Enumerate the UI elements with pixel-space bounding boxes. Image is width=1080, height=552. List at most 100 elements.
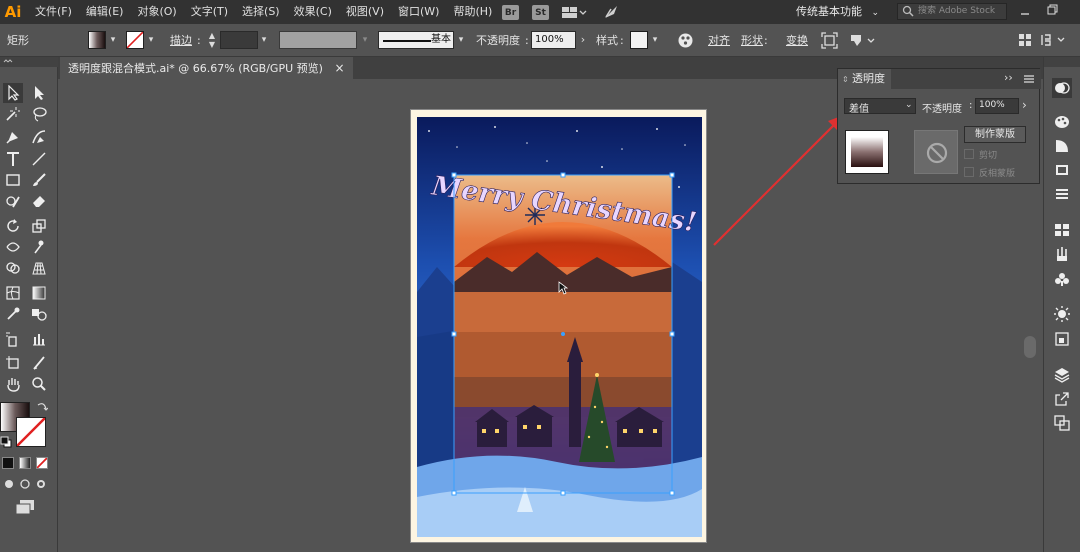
puppet-warp-tool-icon[interactable]	[29, 237, 49, 257]
transparency-panel-tab[interactable]: ⇕ 透明度	[838, 69, 891, 89]
zoom-tool-icon[interactable]	[29, 374, 49, 394]
column-graph-tool-icon[interactable]	[29, 329, 49, 349]
panel-collapse-icon[interactable]: ⇕	[842, 70, 849, 90]
panel-menu-icon[interactable]	[1040, 33, 1068, 47]
gpu-performance-icon[interactable]	[603, 4, 619, 20]
gradient-tool-icon[interactable]	[29, 283, 49, 303]
menu-object[interactable]: 对象(O)	[130, 0, 183, 24]
menu-view[interactable]: 视图(V)	[339, 0, 391, 24]
panel-menu-icon[interactable]	[1024, 74, 1034, 84]
stroke-label[interactable]: 描边	[170, 24, 192, 57]
hand-tool-icon[interactable]	[3, 374, 23, 394]
profile-chevron-icon[interactable]: ▾	[359, 31, 371, 49]
lasso-tool-icon[interactable]	[29, 104, 49, 124]
artboard[interactable]: Merry Christmas!	[410, 109, 707, 543]
mesh-tool-icon[interactable]	[3, 283, 23, 303]
align-label[interactable]: 对齐	[708, 24, 730, 57]
style-chevron-icon[interactable]: ▾	[649, 31, 661, 49]
eyedropper-tool-icon[interactable]	[3, 304, 23, 324]
clip-checkbox[interactable]	[964, 149, 974, 159]
fill-dropdown-chevron-icon[interactable]: ▾	[107, 31, 119, 49]
object-thumbnail[interactable]	[845, 130, 889, 174]
magic-wand-tool-icon[interactable]	[3, 104, 23, 124]
color-guide-icon[interactable]	[1052, 112, 1072, 132]
brush-chevron-icon[interactable]: ▾	[455, 31, 467, 49]
mask-thumbnail[interactable]	[914, 130, 958, 174]
opacity-label[interactable]: 不透明度	[476, 24, 520, 57]
shape-label[interactable]: 形状	[741, 24, 763, 57]
stroke-dropdown-chevron-icon[interactable]: ▾	[145, 31, 157, 49]
puppet-warp-icon[interactable]	[849, 32, 877, 49]
symbol-sprayer-tool-icon[interactable]	[3, 329, 23, 349]
bridge-badge[interactable]: Br	[502, 5, 519, 20]
symbols-panel-icon[interactable]	[1052, 269, 1072, 289]
rotate-tool-icon[interactable]	[3, 216, 23, 236]
export-asset-icon[interactable]	[1052, 389, 1072, 409]
panel-opacity-arrow-icon[interactable]: ›	[1022, 98, 1027, 112]
screen-mode-icon[interactable]	[14, 499, 36, 515]
type-tool-icon[interactable]	[3, 149, 23, 169]
swatches-panel-icon[interactable]	[1052, 220, 1072, 240]
perspective-grid-tool-icon[interactable]	[29, 258, 49, 278]
document-tab[interactable]: 透明度跟混合模式.ai* @ 66.67% (RGB/GPU 预览) ×	[60, 57, 353, 79]
fill-swatch[interactable]	[88, 31, 106, 49]
close-icon[interactable]: ×	[334, 61, 344, 75]
drawing-modes-icon[interactable]	[4, 478, 54, 490]
curvature-tool-icon[interactable]	[29, 127, 49, 147]
direct-selection-tool-icon[interactable]	[29, 83, 49, 103]
menu-window[interactable]: 窗口(W)	[391, 0, 446, 24]
line-segment-tool-icon[interactable]	[29, 149, 49, 169]
brush-definition-field[interactable]: 基本	[378, 31, 454, 49]
artboards-panel-icon[interactable]	[1052, 413, 1072, 433]
graphic-styles-panel-icon[interactable]	[1052, 329, 1072, 349]
stroke-color-box[interactable]	[16, 417, 46, 447]
selection-tool-icon[interactable]	[3, 83, 23, 103]
artboard-tool-icon[interactable]	[3, 353, 23, 373]
menu-file[interactable]: 文件(F)	[28, 0, 79, 24]
restore-icon[interactable]	[1047, 4, 1059, 16]
color-panel-icon[interactable]	[1052, 136, 1072, 156]
stroke-panel-icon[interactable]	[1052, 185, 1072, 205]
rectangle-tool-icon[interactable]	[3, 170, 23, 190]
pen-tool-icon[interactable]	[3, 127, 23, 147]
layers-panel-icon[interactable]	[1052, 365, 1072, 385]
opacity-arrow-icon[interactable]: ›	[577, 31, 589, 49]
blend-mode-select[interactable]: 差值 ⌄	[844, 98, 916, 115]
shaper-tool-icon[interactable]	[3, 191, 23, 211]
transform-label[interactable]: 变换	[786, 24, 808, 57]
width-tool-icon[interactable]	[3, 237, 23, 257]
menu-type[interactable]: 文字(T)	[184, 0, 235, 24]
color-mode-button[interactable]	[2, 457, 14, 469]
canvas-scrollbar-thumb[interactable]	[1024, 336, 1036, 358]
none-mode-button[interactable]	[36, 457, 48, 469]
christmas-artwork[interactable]: Merry Christmas!	[417, 117, 702, 537]
isolate-object-icon[interactable]	[821, 32, 838, 49]
paintbrush-tool-icon[interactable]	[29, 170, 49, 190]
appearance-panel-icon[interactable]	[1052, 304, 1072, 324]
stock-search-input[interactable]: 搜索 Adobe Stock	[897, 3, 1007, 20]
stroke-weight-stepper[interactable]: ▲ ▼	[205, 31, 219, 49]
stroke-weight-chevron-icon[interactable]: ▾	[258, 31, 270, 49]
swap-fill-stroke-icon[interactable]	[36, 401, 49, 413]
graphic-style-swatch[interactable]	[630, 31, 648, 49]
gradient-mode-button[interactable]	[19, 457, 31, 469]
brushes-panel-icon[interactable]	[1052, 244, 1072, 264]
workspace-switcher[interactable]: 传统基本功能 ⌄	[796, 0, 879, 24]
shape-builder-tool-icon[interactable]	[3, 258, 23, 278]
minimize-icon[interactable]	[1020, 6, 1030, 16]
slice-tool-icon[interactable]	[29, 353, 49, 373]
panel-opacity-field[interactable]: 100%	[975, 98, 1019, 114]
stroke-swatch[interactable]	[126, 31, 144, 49]
arrange-documents-icon[interactable]	[561, 5, 587, 20]
blend-tool-icon[interactable]	[29, 304, 49, 324]
stroke-weight-field[interactable]	[220, 31, 258, 49]
scale-tool-icon[interactable]	[29, 216, 49, 236]
stock-badge[interactable]: St	[532, 5, 549, 20]
menu-help[interactable]: 帮助(H)	[446, 0, 499, 24]
transparency-panel-icon[interactable]	[1052, 78, 1072, 98]
invert-mask-checkbox[interactable]	[964, 167, 974, 177]
make-mask-button[interactable]: 制作蒙版	[964, 126, 1026, 143]
variable-width-profile[interactable]	[279, 31, 357, 49]
eraser-tool-icon[interactable]	[29, 191, 49, 211]
opacity-field[interactable]: 100%	[531, 31, 576, 49]
